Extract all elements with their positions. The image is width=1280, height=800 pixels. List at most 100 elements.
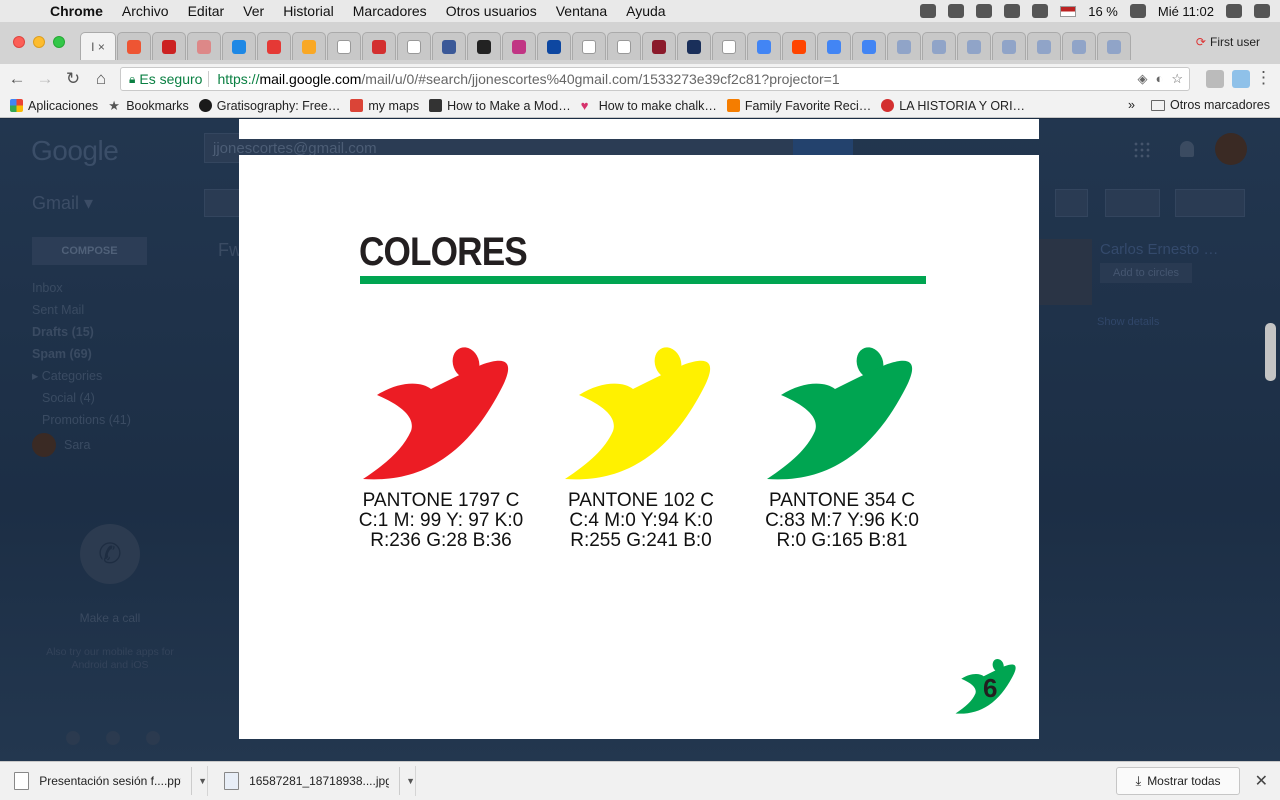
tab-active[interactable]: I × xyxy=(80,32,116,60)
tab[interactable] xyxy=(397,32,431,60)
slide-title: COLORES xyxy=(359,230,528,274)
tab[interactable] xyxy=(1062,32,1096,60)
tab[interactable] xyxy=(502,32,536,60)
secure-label[interactable]: Es seguro xyxy=(139,71,202,87)
tab[interactable] xyxy=(362,32,396,60)
tab[interactable] xyxy=(1027,32,1061,60)
download-item-jpg[interactable]: 16587281_18718938....jpg ▼ xyxy=(216,766,416,796)
menu-ventana[interactable]: Ventana xyxy=(556,3,607,19)
bookmark-family-recipes[interactable]: Family Favorite Reci… xyxy=(726,99,871,113)
window-close-button[interactable] xyxy=(13,36,25,48)
tab[interactable] xyxy=(152,32,186,60)
chrome-menu-icon[interactable]: ⋮ xyxy=(1255,68,1272,88)
tab[interactable] xyxy=(607,32,641,60)
bookmark-star-icon[interactable]: ☆ xyxy=(1171,71,1183,87)
tab-favicon-icon xyxy=(1037,39,1051,54)
extension-page-action-icon[interactable]: ◈ xyxy=(1137,71,1147,87)
spotlight-search-icon[interactable] xyxy=(1226,4,1242,18)
window-fullscreen-button[interactable] xyxy=(53,36,65,48)
tab[interactable] xyxy=(117,32,151,60)
tab-favicon-icon xyxy=(407,39,421,54)
tab[interactable] xyxy=(887,32,921,60)
apps-grid-icon xyxy=(10,99,23,112)
google-logo: Google xyxy=(31,135,119,166)
apple-menu-icon[interactable] xyxy=(20,3,36,19)
battery-icon[interactable] xyxy=(1129,4,1146,18)
tab[interactable] xyxy=(992,32,1026,60)
tab[interactable] xyxy=(677,32,711,60)
tab-favicon-icon xyxy=(512,39,526,54)
tab[interactable] xyxy=(257,32,291,60)
tab[interactable] xyxy=(187,32,221,60)
tab[interactable] xyxy=(712,32,746,60)
address-bar[interactable]: 🔒︎ Es seguro https:// mail.google.com /m… xyxy=(120,67,1190,91)
tab[interactable] xyxy=(432,32,466,60)
lock-icon[interactable]: 🔒︎ xyxy=(129,72,135,87)
tab[interactable] xyxy=(817,32,851,60)
extension-icon[interactable] xyxy=(1206,70,1224,88)
notification-center-icon[interactable] xyxy=(1254,4,1270,18)
tab[interactable] xyxy=(747,32,781,60)
tab[interactable] xyxy=(1097,32,1131,60)
show-all-downloads-button[interactable]: ⤓ Mostrar todas xyxy=(1116,767,1240,795)
tab[interactable] xyxy=(642,32,676,60)
home-button[interactable]: ⌂ xyxy=(90,68,112,90)
tab[interactable] xyxy=(222,32,256,60)
gmail-next-button xyxy=(1055,189,1088,217)
extension-icon[interactable] xyxy=(1232,70,1250,88)
tab[interactable] xyxy=(852,32,886,60)
person-icon xyxy=(66,731,80,745)
tab[interactable] xyxy=(572,32,606,60)
menu-ayuda[interactable]: Ayuda xyxy=(626,3,665,19)
menu-historial[interactable]: Historial xyxy=(283,3,334,19)
bookmark-apps[interactable]: Aplicaciones xyxy=(10,99,98,113)
camera-blocked-icon[interactable]: ◐ xyxy=(1155,71,1163,87)
menu-otros-usuarios[interactable]: Otros usuarios xyxy=(446,3,537,19)
download-options-chevron-icon[interactable]: ▼ xyxy=(191,767,207,795)
tab[interactable] xyxy=(922,32,956,60)
tab[interactable] xyxy=(782,32,816,60)
download-filename: Presentación sesión f....pptx xyxy=(39,774,182,788)
reload-button[interactable]: ↻ xyxy=(62,68,84,90)
window-minimize-button[interactable] xyxy=(33,36,45,48)
wifi-icon[interactable] xyxy=(1004,4,1021,18)
bookmark-gratisography[interactable]: Gratisography: Free… xyxy=(198,99,340,113)
site-icon xyxy=(429,99,443,112)
menu-app-name[interactable]: Chrome xyxy=(50,3,103,19)
battery-percentage[interactable]: 16 % xyxy=(1088,4,1118,19)
page-scrollbar[interactable] xyxy=(1265,323,1276,381)
back-button[interactable]: ← xyxy=(6,68,28,90)
tab-favicon-icon xyxy=(582,39,596,54)
menu-clock[interactable]: Mié 11:02 xyxy=(1158,4,1214,19)
forward-button[interactable]: → xyxy=(34,68,56,90)
tab[interactable] xyxy=(327,32,361,60)
bookmark-la-historia[interactable]: LA HISTORIA Y ORI… xyxy=(881,99,1025,113)
menu-ver[interactable]: Ver xyxy=(243,3,264,19)
tab[interactable] xyxy=(957,32,991,60)
bookmark-chalk[interactable]: ♥ How to make chalk… xyxy=(581,99,717,113)
volume-icon[interactable] xyxy=(1032,4,1049,18)
input-source-flag-icon[interactable] xyxy=(1060,5,1077,17)
tab[interactable] xyxy=(292,32,326,60)
previous-slide-edge xyxy=(239,119,1039,139)
bluetooth-icon[interactable] xyxy=(976,4,993,18)
bookmarks-more-button[interactable]: » xyxy=(1128,98,1135,112)
tab-favicon-icon xyxy=(477,39,491,54)
download-options-chevron-icon[interactable]: ▼ xyxy=(399,767,415,795)
bookmark-how-to-make-mod[interactable]: How to Make a Mod… xyxy=(429,99,571,113)
time-machine-icon[interactable] xyxy=(948,4,965,18)
menu-archivo[interactable]: Archivo xyxy=(122,3,169,19)
tab-favicon-icon xyxy=(687,39,701,54)
close-downloads-bar-icon[interactable]: ✕ xyxy=(1255,771,1268,791)
menu-editar[interactable]: Editar xyxy=(188,3,225,19)
bookmark-my-maps[interactable]: my maps xyxy=(350,99,419,113)
profile-switcher[interactable]: ⟳ First user xyxy=(1196,35,1260,49)
other-bookmarks-folder[interactable]: Otros marcadores xyxy=(1170,98,1270,112)
tab[interactable] xyxy=(467,32,501,60)
browser-tab-strip: I × ⟳ First user xyxy=(0,22,1280,64)
bookmark-bookmarks[interactable]: ★ Bookmarks xyxy=(108,99,189,113)
creative-cloud-icon[interactable] xyxy=(920,4,937,18)
menu-marcadores[interactable]: Marcadores xyxy=(353,3,427,19)
tab[interactable] xyxy=(537,32,571,60)
download-item-pptx[interactable]: Presentación sesión f....pptx ▼ xyxy=(8,766,208,796)
